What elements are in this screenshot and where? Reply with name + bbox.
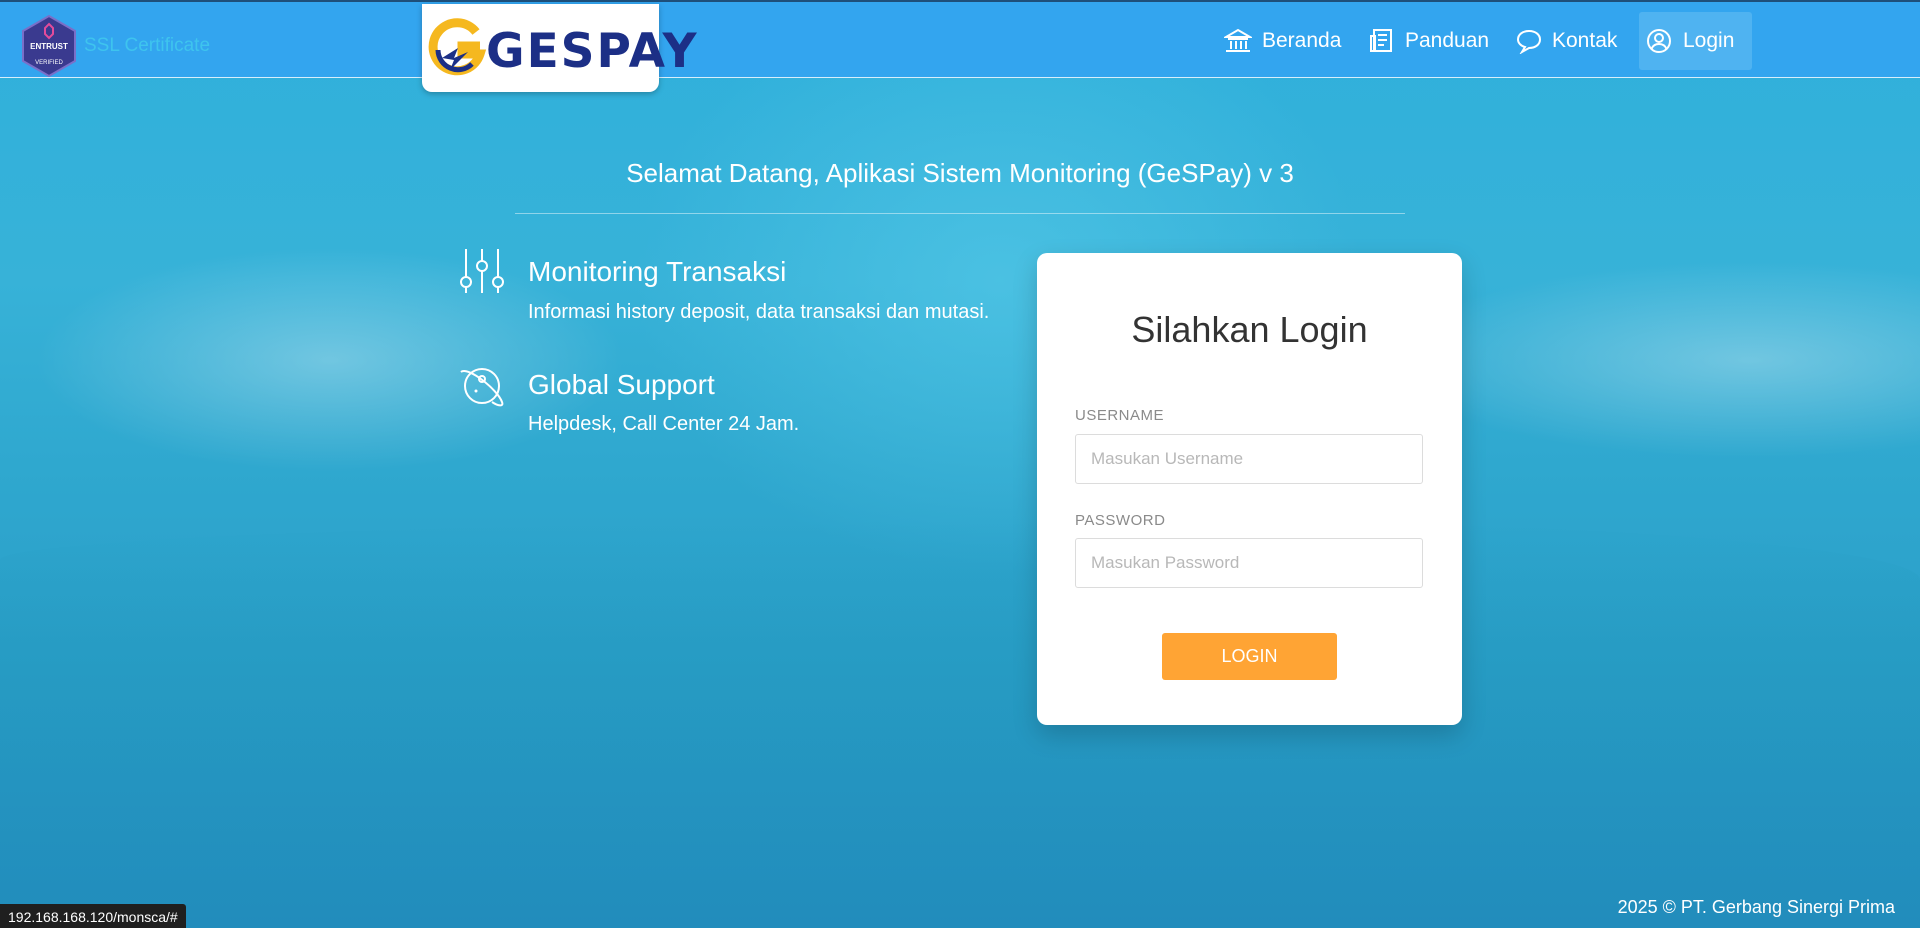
feature-title-monitoring: Monitoring Transaksi — [528, 256, 787, 287]
feature-title-support: Global Support — [528, 369, 715, 400]
planet-icon — [460, 368, 504, 407]
username-input[interactable] — [1075, 434, 1423, 484]
welcome-divider — [515, 213, 1405, 214]
login-button[interactable]: LOGIN — [1162, 633, 1337, 680]
gespay-logo[interactable]: GESPAY — [422, 4, 697, 92]
sliders-icon — [460, 249, 504, 293]
password-label: PASSWORD — [1075, 512, 1166, 529]
gespay-logo-icon — [428, 18, 486, 76]
navbar: ENTRUST VERIFIED SSL Certificate GESPAY — [0, 0, 1920, 92]
nav-item-beranda[interactable]: Beranda — [1216, 12, 1349, 70]
background-hills — [0, 520, 1920, 930]
username-label: USERNAME — [1075, 407, 1165, 424]
page-background: ENTRUST VERIFIED SSL Certificate GESPAY — [0, 0, 1920, 930]
document-icon — [1370, 29, 1392, 52]
nav-item-panduan[interactable]: Panduan — [1361, 12, 1497, 70]
password-input[interactable] — [1075, 538, 1423, 588]
login-card: Silahkan Login USERNAME PASSWORD LOGIN — [1037, 253, 1462, 725]
entrust-ssl-badge-icon[interactable]: ENTRUST VERIFIED — [20, 14, 78, 78]
feature-desc-monitoring: Informasi history deposit, data transaks… — [528, 301, 990, 323]
ssl-certificate-link[interactable]: SSL Certificate — [84, 35, 210, 57]
feature-desc-support: Helpdesk, Call Center 24 Jam. — [528, 413, 800, 435]
user-circle-icon — [1647, 29, 1671, 53]
logo-text: GESPAY — [486, 24, 699, 79]
ssl-badge-subtext: VERIFIED — [35, 60, 63, 66]
nav-label-login: Login — [1683, 29, 1735, 52]
nav-label-beranda: Beranda — [1262, 29, 1342, 52]
bank-icon — [1224, 28, 1252, 52]
nav-label-kontak: Kontak — [1552, 29, 1618, 52]
nav-item-kontak[interactable]: Kontak — [1508, 12, 1625, 70]
login-title: Silahkan Login — [1131, 309, 1368, 350]
nav-label-panduan: Panduan — [1405, 29, 1490, 52]
footer-copyright: 2025 © PT. Gerbang Sinergi Prima — [1617, 897, 1895, 917]
chat-bubble-icon — [1516, 29, 1542, 54]
welcome-heading: Selamat Datang, Aplikasi Sistem Monitori… — [626, 158, 1294, 188]
status-bar-url: 192.168.168.120/monsca/# — [0, 904, 186, 930]
nav-item-login[interactable]: Login — [1639, 12, 1753, 70]
ssl-badge-text: ENTRUST — [30, 42, 68, 51]
